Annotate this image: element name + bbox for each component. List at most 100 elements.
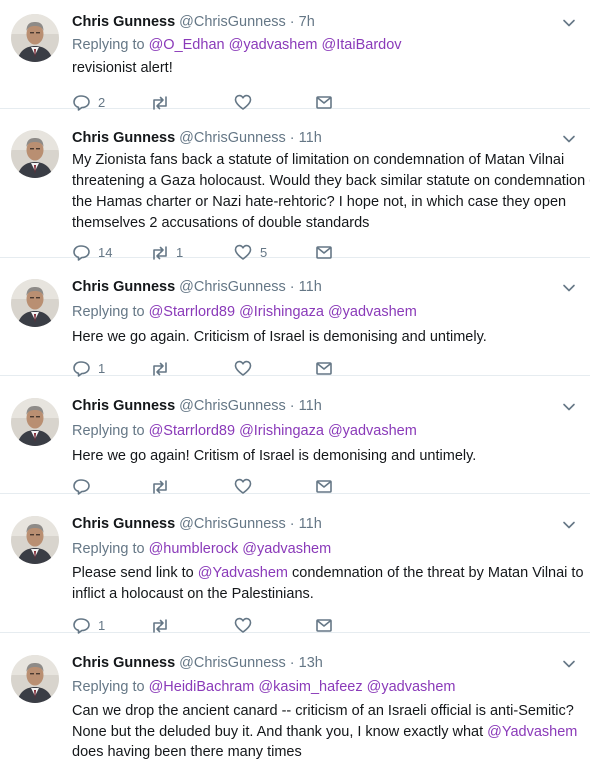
chevron-down-icon[interactable] xyxy=(562,281,576,295)
user-handle[interactable]: @ChrisGunness xyxy=(179,279,286,295)
direct-message-button[interactable] xyxy=(315,358,333,378)
retweet-button[interactable] xyxy=(150,358,176,378)
mention-link[interactable]: @humblerock xyxy=(149,541,239,557)
replying-to-label: Replying to xyxy=(72,37,145,53)
avatar[interactable] xyxy=(11,655,59,703)
replying-to: Replying to @O_Edhan @yadvashem @ItaiBar… xyxy=(72,35,574,55)
tweet-actions: 1 xyxy=(72,358,372,378)
tweet-actions: 1 xyxy=(72,615,372,635)
tweet-header: Chris Gunness @ChrisGunness · 11h xyxy=(72,396,574,416)
timestamp[interactable]: 11h xyxy=(299,279,322,295)
retweet-button[interactable] xyxy=(150,615,176,635)
message-icon xyxy=(315,477,333,495)
reply-count: 1 xyxy=(98,617,106,633)
chevron-down-icon[interactable] xyxy=(562,400,576,414)
reply-count: 1 xyxy=(98,360,106,376)
direct-message-button[interactable] xyxy=(315,615,333,635)
retweet-button[interactable] xyxy=(150,476,176,496)
timestamp[interactable]: 11h xyxy=(299,130,322,146)
user-handle[interactable]: @ChrisGunness xyxy=(179,14,286,30)
separator-dot: · xyxy=(289,516,295,532)
mention-link[interactable]: @Irishingaza xyxy=(239,304,324,320)
avatar[interactable] xyxy=(11,398,59,446)
tweet-text: inflict a holocaust on the Palestinians. xyxy=(72,586,314,602)
display-name[interactable]: Chris Gunness xyxy=(72,14,175,30)
tweet[interactable]: Chris Gunness @ChrisGunness · 7h Replying… xyxy=(0,0,590,111)
tweet[interactable]: Chris Gunness @ChrisGunness · 11h Replyin… xyxy=(0,258,590,378)
mention-link[interactable]: @yadvashem xyxy=(328,304,417,320)
replying-to-label: Replying to xyxy=(72,423,145,439)
mention-link[interactable]: @yadvashem xyxy=(367,679,456,695)
tweet[interactable]: Chris Gunness @ChrisGunness · 11h Replyin… xyxy=(0,376,590,496)
replying-to: Replying to @HeidiBachram @kasim_hafeez … xyxy=(72,677,574,697)
like-button[interactable] xyxy=(234,358,260,378)
tweet-text: None but the deluded buy it. And thank y… xyxy=(72,722,577,743)
timestamp[interactable]: 7h xyxy=(299,14,315,30)
mention-link[interactable]: @yadvashem xyxy=(328,423,417,439)
tweet-text: Here we go again. Criticism of Israel is… xyxy=(72,329,487,345)
retweet-icon xyxy=(150,477,168,495)
reply-button[interactable]: 1 xyxy=(72,615,105,635)
replying-to-label: Replying to xyxy=(72,304,145,320)
mention-link[interactable]: @Starrlord89 xyxy=(149,423,235,439)
tweet-text: the Hamas charter or Nazi hate-rehtoric?… xyxy=(72,194,567,210)
tweet-header: Chris Gunness @ChrisGunness · 7h xyxy=(72,12,574,32)
mention-link[interactable]: @ItaiBardov xyxy=(322,37,402,53)
direct-message-button[interactable] xyxy=(315,476,333,496)
user-handle[interactable]: @ChrisGunness xyxy=(179,655,286,671)
tweet-actions xyxy=(72,476,372,496)
mention-link[interactable]: @kasim_hafeez xyxy=(258,679,362,695)
like-icon xyxy=(234,616,252,634)
mention-link[interactable]: @yadvashem xyxy=(242,541,331,557)
replying-to: Replying to @Starrlord89 @Irishingaza @y… xyxy=(72,302,574,322)
chevron-down-icon[interactable] xyxy=(562,16,576,30)
like-icon xyxy=(234,359,252,377)
timestamp[interactable]: 13h xyxy=(299,655,323,671)
tweet[interactable]: Chris Gunness @ChrisGunness · 11h My Zion… xyxy=(0,109,590,261)
reply-button[interactable]: 1 xyxy=(72,358,105,378)
mention-link[interactable]: @Yadvashem xyxy=(198,565,288,581)
mention-link[interactable]: @yadvashem xyxy=(229,37,318,53)
display-name[interactable]: Chris Gunness xyxy=(72,655,175,671)
mention-link[interactable]: @HeidiBachram xyxy=(149,679,255,695)
display-name[interactable]: Chris Gunness xyxy=(72,279,175,295)
display-name[interactable]: Chris Gunness xyxy=(72,516,175,532)
separator-dot: · xyxy=(289,398,295,414)
mention-link[interactable]: @O_Edhan xyxy=(149,37,225,53)
tweet-text: Please send link to @Yadvashem condemnat… xyxy=(72,563,584,584)
replying-to-label: Replying to xyxy=(72,541,145,557)
reply-icon xyxy=(72,477,90,495)
like-icon xyxy=(234,477,252,495)
replying-to-label: Replying to xyxy=(72,679,145,695)
tweet-text: themselves 2 accusations of double stand… xyxy=(72,215,370,231)
user-handle[interactable]: @ChrisGunness xyxy=(179,398,286,414)
mention-link[interactable]: @Irishingaza xyxy=(239,423,324,439)
separator-dot: · xyxy=(289,279,295,295)
timestamp[interactable]: 11h xyxy=(299,398,322,414)
chevron-down-icon[interactable] xyxy=(562,518,576,532)
reply-count: 2 xyxy=(98,94,106,110)
tweet-text: revisionist alert! xyxy=(72,60,173,76)
tweet[interactable]: Chris Gunness @ChrisGunness · 11h Replyin… xyxy=(0,494,590,635)
avatar[interactable] xyxy=(11,516,59,564)
display-name[interactable]: Chris Gunness xyxy=(72,130,175,146)
mention-link[interactable]: @Starrlord89 xyxy=(149,304,235,320)
reply-icon xyxy=(72,616,90,634)
user-handle[interactable]: @ChrisGunness xyxy=(179,516,286,532)
separator-dot: · xyxy=(289,655,295,671)
mention-link[interactable]: @Yadvashem xyxy=(487,724,577,740)
user-handle[interactable]: @ChrisGunness xyxy=(179,130,286,146)
like-button[interactable] xyxy=(234,615,260,635)
tweet[interactable]: Chris Gunness @ChrisGunness · 13h Replyin… xyxy=(0,633,590,760)
avatar[interactable] xyxy=(11,130,59,178)
display-name[interactable]: Chris Gunness xyxy=(72,398,175,414)
avatar[interactable] xyxy=(11,279,59,327)
chevron-down-icon[interactable] xyxy=(562,657,576,671)
chevron-down-icon[interactable] xyxy=(562,132,576,146)
message-icon xyxy=(315,616,333,634)
like-button[interactable] xyxy=(234,476,260,496)
reply-button[interactable] xyxy=(72,476,98,496)
avatar[interactable] xyxy=(11,14,59,62)
tweet-text-segment: condemnation of the threat by Matan Viln… xyxy=(292,565,584,581)
timestamp[interactable]: 11h xyxy=(299,516,322,532)
